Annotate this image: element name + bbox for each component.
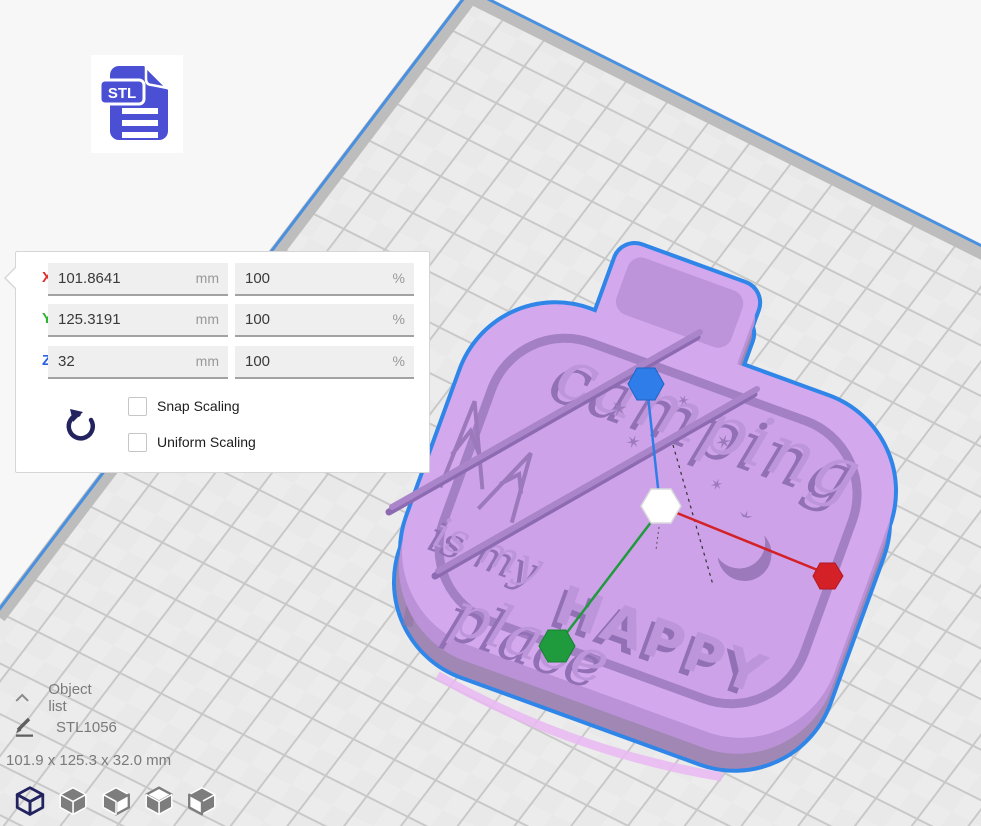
scale-z-percent-field: % [235,346,414,379]
uniform-scaling-option: Uniform Scaling [128,432,256,452]
uniform-scaling-label[interactable]: Uniform Scaling [157,434,256,450]
slicer-viewport: { "file_badge": { "label": "STL" }, "sca… [0,0,981,826]
object-dimensions: 101.9 x 125.3 x 32.0 mm [6,752,171,769]
scale-x-percent-field: % [235,263,414,296]
scale-x-percent-input[interactable] [235,263,414,294]
view-3d-button[interactable] [13,785,47,818]
object-list-item[interactable]: STL1056 [14,717,117,737]
view-top-button[interactable] [99,785,133,818]
chevron-up-icon [14,691,30,705]
scale-y-mm-input[interactable] [48,304,228,335]
scale-y-percent-field: % [235,304,414,337]
object-list-title: Object list [48,681,97,715]
stl-document-icon: STL [98,62,176,146]
reset-scale-button[interactable] [62,404,102,448]
view-front-button[interactable] [56,785,90,818]
cube-right-face-icon [100,785,132,816]
cube-left-face-icon [186,785,218,816]
cube-front-icon [57,785,89,816]
scale-x-mm-field: mm [48,263,228,296]
view-left-button[interactable] [142,785,176,818]
camera-view-toolbar [13,785,219,818]
scale-y-percent-input[interactable] [235,304,414,335]
scale-tool-panel: X mm % Y mm % Z mm % [15,251,430,473]
stl-file-thumbnail: STL [91,55,183,153]
stl-badge-label: STL [108,85,136,102]
scale-row-y: Y mm % [16,304,429,335]
cube-3d-icon [14,785,46,816]
snap-scaling-option: Snap Scaling [128,396,240,416]
scale-z-percent-input[interactable] [235,346,414,377]
snap-scaling-label[interactable]: Snap Scaling [157,398,240,414]
scale-z-mm-field: mm [48,346,228,379]
uniform-scaling-checkbox[interactable] [128,433,147,452]
pencil-icon [14,717,36,737]
scale-y-mm-field: mm [48,304,228,337]
scale-row-z: Z mm % [16,346,429,377]
object-list-header[interactable]: Object list [14,681,97,715]
cube-top-face-icon [143,785,175,816]
view-right-button[interactable] [185,785,219,818]
scale-row-x: X mm % [16,263,429,294]
reset-arrow-icon [64,405,100,445]
object-item-name: STL1056 [56,719,117,736]
snap-scaling-checkbox[interactable] [128,397,147,416]
scale-z-mm-input[interactable] [48,346,228,377]
scale-x-mm-input[interactable] [48,263,228,294]
